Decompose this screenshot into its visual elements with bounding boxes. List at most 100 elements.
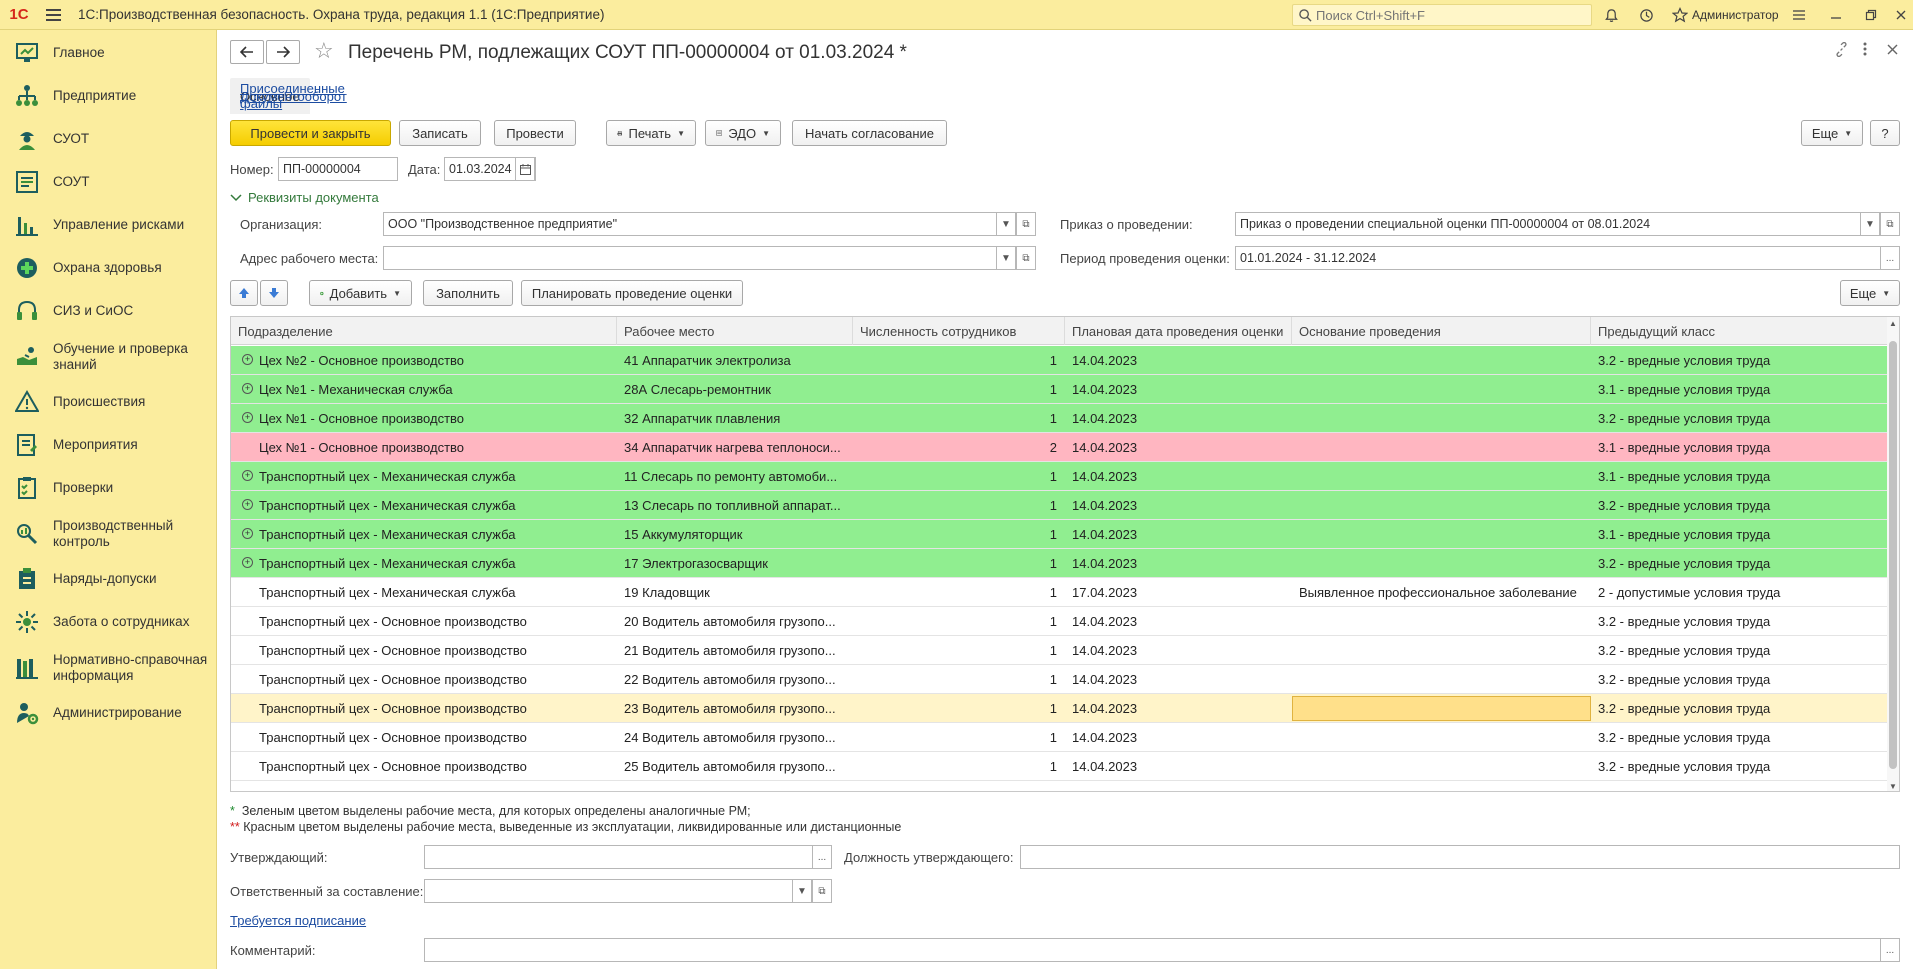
table-row[interactable]: + Транспортный цех - Механическая служба 1… (231, 549, 1889, 578)
column-header-basis[interactable]: Основание проведения (1292, 317, 1591, 345)
table-cell-cls[interactable]: 3.2 - вредные условия труда (1591, 549, 1889, 578)
dropdown-icon[interactable]: ▼ (996, 246, 1016, 270)
table-row[interactable]: Транспортный цех - Основное производство… (231, 752, 1889, 781)
table-cell-dept[interactable]: Транспортный цех - Механическая служба (231, 462, 617, 491)
table-cell-count[interactable]: 1 (853, 578, 1065, 607)
calendar-icon[interactable] (515, 157, 535, 181)
signature-required-link[interactable]: Требуется подписание (230, 913, 366, 928)
minimize-icon[interactable] (1826, 5, 1846, 25)
table-cell-dept[interactable]: Цех №1 - Основное производство (231, 404, 617, 433)
select-period-button[interactable]: ... (1880, 246, 1900, 270)
table-cell-dept[interactable]: Цех №1 - Основное производство (231, 433, 617, 462)
main-menu-icon[interactable] (38, 0, 68, 30)
column-header-department[interactable]: Подразделение (231, 317, 617, 345)
table-cell-cls[interactable]: 3.2 - вредные условия труда (1591, 346, 1889, 375)
more-button[interactable]: Еще ▼ (1801, 120, 1863, 146)
table-cell-date[interactable]: 14.04.2023 (1065, 462, 1292, 491)
dropdown-icon[interactable]: ▼ (996, 212, 1016, 236)
table-cell-date[interactable]: 14.04.2023 (1065, 375, 1292, 404)
comment-field[interactable]: ... (424, 938, 1900, 962)
table-cell-date[interactable]: 14.04.2023 (1065, 723, 1292, 752)
table-cell-dept[interactable]: Транспортный цех - Основное производство (231, 636, 617, 665)
address-field[interactable]: ▼ ⧉ (383, 246, 1036, 270)
search-input[interactable] (1316, 7, 1586, 23)
table-cell-basis[interactable] (1292, 723, 1591, 752)
table-cell-place[interactable]: 20 Водитель автомобиля грузопо... (617, 607, 853, 636)
table-cell-date[interactable]: 14.04.2023 (1065, 752, 1292, 781)
approver-position-field[interactable] (1020, 845, 1900, 869)
table-cell-dept[interactable]: Цех №2 - Основное производство (231, 346, 617, 375)
user-name[interactable]: Администратор (1692, 8, 1779, 22)
table-cell-cls[interactable]: 3.2 - вредные условия труда (1591, 404, 1889, 433)
open-icon[interactable]: ⧉ (812, 879, 832, 903)
table-cell-dept[interactable]: Транспортный цех - Механическая служба (231, 520, 617, 549)
edit-comment-button[interactable]: ... (1880, 938, 1900, 962)
table-cell-basis[interactable] (1292, 462, 1591, 491)
table-cell-basis[interactable] (1292, 752, 1591, 781)
table-cell-place[interactable]: 21 Водитель автомобиля грузопо... (617, 636, 853, 665)
scroll-down-icon[interactable]: ▼ (1889, 782, 1897, 791)
table-cell-cls[interactable]: 3.2 - вредные условия труда (1591, 491, 1889, 520)
table-cell-basis[interactable] (1292, 491, 1591, 520)
approver-field[interactable]: ... (424, 845, 832, 869)
help-button[interactable]: ? (1870, 120, 1900, 146)
table-cell-place[interactable]: 19 Кладовщик (617, 578, 853, 607)
table-row[interactable]: Транспортный цех - Основное производство… (231, 636, 1889, 665)
table-cell-dept[interactable]: Транспортный цех - Основное производство (231, 752, 617, 781)
table-cell-count[interactable]: 1 (853, 404, 1065, 433)
sidebar-item-ppe[interactable]: СИЗ и СиОС (0, 294, 217, 328)
bell-icon[interactable] (1601, 5, 1621, 25)
period-field[interactable]: 01.01.2024 - 31.12.2024 ... (1235, 246, 1900, 270)
table-row[interactable]: Транспортный цех - Основное производство… (231, 723, 1889, 752)
link-icon[interactable] (1834, 41, 1849, 60)
table-cell-cls[interactable]: 3.1 - вредные условия труда (1591, 433, 1889, 462)
sidebar-item-enterprise[interactable]: Предприятие (0, 79, 217, 113)
table-cell-cls[interactable]: 3.2 - вредные условия труда (1591, 607, 1889, 636)
table-cell-place[interactable]: 32 Аппаратчик плавления (617, 404, 853, 433)
table-row[interactable]: + Транспортный цех - Механическая служба 1… (231, 491, 1889, 520)
table-cell-count[interactable]: 1 (853, 346, 1065, 375)
restore-icon[interactable] (1861, 5, 1881, 25)
table-cell-dept[interactable]: Транспортный цех - Механическая служба (231, 491, 617, 520)
save-button[interactable]: Записать (399, 120, 481, 146)
sidebar-item-sout[interactable]: СОУТ (0, 165, 217, 199)
dropdown-icon[interactable]: ▼ (792, 879, 812, 903)
table-cell-date[interactable]: 14.04.2023 (1065, 636, 1292, 665)
table-cell-place[interactable]: 17 Электрогазосварщик (617, 549, 853, 578)
column-header-planned-date[interactable]: Плановая дата проведения оценки (1065, 317, 1292, 345)
table-cell-cls[interactable]: 2 - допустимые условия труда (1591, 578, 1889, 607)
table-cell-count[interactable]: 1 (853, 520, 1065, 549)
table-cell-count[interactable]: 1 (853, 694, 1065, 723)
table-cell-count[interactable]: 1 (853, 636, 1065, 665)
open-icon[interactable]: ⧉ (1016, 246, 1036, 270)
move-up-button[interactable] (230, 280, 258, 306)
table-cell-date[interactable]: 14.04.2023 (1065, 665, 1292, 694)
tab-document-flow[interactable]: Документооборот (230, 78, 357, 114)
table-more-button[interactable]: Еще ▼ (1840, 280, 1900, 306)
table-cell-date[interactable]: 14.04.2023 (1065, 607, 1292, 636)
table-cell-basis[interactable] (1292, 346, 1591, 375)
start-approval-button[interactable]: Начать согласование (792, 120, 947, 146)
table-row[interactable]: + Транспортный цех - Механическая служба 1… (231, 520, 1889, 549)
move-down-button[interactable] (260, 280, 288, 306)
sidebar-item-checks[interactable]: Проверки (0, 471, 217, 505)
table-row[interactable]: + Цех №1 - Механическая служба 28А Слесарь… (231, 375, 1889, 404)
table-cell-date[interactable]: 14.04.2023 (1065, 404, 1292, 433)
table-row[interactable]: Цех №1 - Основное производство 34 Аппарат… (231, 433, 1889, 462)
column-header-workplace[interactable]: Рабочее место (617, 317, 853, 345)
table-cell-basis[interactable] (1292, 404, 1591, 433)
table-row[interactable]: Транспортный цех - Основное производство… (231, 694, 1889, 723)
table-row[interactable]: Транспортный цех - Основное производство… (231, 607, 1889, 636)
table-cell-place[interactable]: 23 Водитель автомобиля грузопо... (617, 694, 853, 723)
table-cell-cls[interactable]: 3.2 - вредные условия труда (1591, 665, 1889, 694)
table-cell-cls[interactable]: 3.2 - вредные условия труда (1591, 752, 1889, 781)
sidebar-item-admin[interactable]: Администрирование (0, 696, 217, 730)
table-cell-basis[interactable] (1292, 665, 1591, 694)
print-button[interactable]: Печать ▼ (606, 120, 696, 146)
table-cell-cls[interactable]: 3.2 - вредные условия труда (1591, 694, 1889, 723)
table-cell-basis[interactable] (1292, 375, 1591, 404)
sidebar-item-reference[interactable]: Нормативно-справочная информация (0, 648, 217, 688)
table-cell-date[interactable]: 14.04.2023 (1065, 433, 1292, 462)
table-cell-count[interactable]: 1 (853, 723, 1065, 752)
history-icon[interactable] (1636, 5, 1656, 25)
